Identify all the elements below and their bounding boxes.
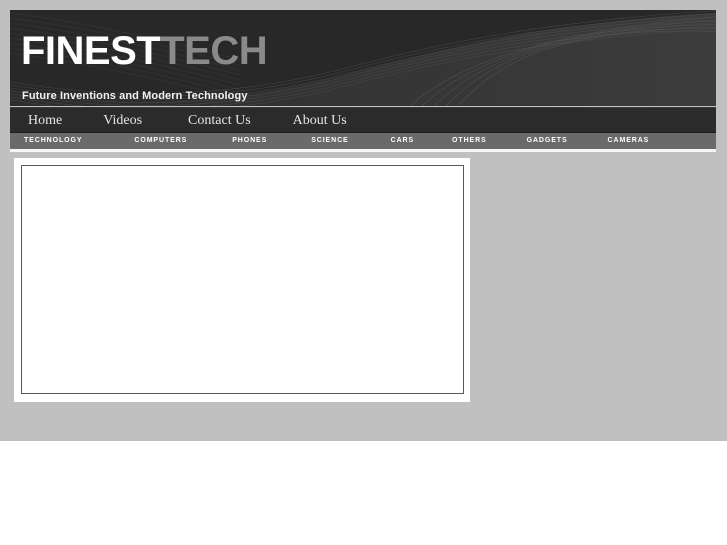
category-link-others[interactable]: OTHERS bbox=[442, 133, 497, 149]
category-item-cameras[interactable]: CAMERAS bbox=[578, 133, 660, 149]
site-masthead: FINESTTECH Future Inventions and Modern … bbox=[10, 10, 716, 106]
category-link-technology[interactable]: TECHNOLOGY bbox=[14, 133, 92, 149]
category-item-technology[interactable]: TECHNOLOGY bbox=[10, 133, 92, 149]
nav-item-home[interactable]: Home bbox=[10, 108, 75, 133]
nav-link-about-us[interactable]: About Us bbox=[280, 108, 360, 133]
primary-nav-list: Home Videos Contact Us About Us bbox=[10, 108, 716, 132]
category-link-cars[interactable]: CARS bbox=[381, 133, 424, 149]
nav-link-home[interactable]: Home bbox=[15, 108, 75, 133]
category-link-science[interactable]: SCIENCE bbox=[301, 133, 358, 149]
category-item-science[interactable]: SCIENCE bbox=[277, 133, 358, 149]
site-tagline: Future Inventions and Modern Technology bbox=[22, 90, 248, 102]
content-placeholder bbox=[22, 166, 463, 393]
category-item-phones[interactable]: PHONES bbox=[197, 133, 277, 149]
nav-item-about-us[interactable]: About Us bbox=[264, 108, 360, 133]
category-link-cameras[interactable]: CAMERAS bbox=[598, 133, 660, 149]
site-logo[interactable]: FINESTTECH bbox=[21, 29, 268, 73]
category-navigation: TECHNOLOGY COMPUTERS PHONES SCIENCE CARS… bbox=[10, 133, 716, 149]
category-item-cars[interactable]: CARS bbox=[359, 133, 424, 149]
main-content-panel bbox=[14, 158, 470, 402]
category-item-computers[interactable]: COMPUTERS bbox=[92, 133, 197, 149]
category-item-others[interactable]: OTHERS bbox=[424, 133, 497, 149]
category-link-computers[interactable]: COMPUTERS bbox=[124, 133, 197, 149]
category-nav-list: TECHNOLOGY COMPUTERS PHONES SCIENCE CARS… bbox=[10, 133, 716, 149]
page-shell: FINESTTECH Future Inventions and Modern … bbox=[0, 0, 727, 441]
category-item-gadgets[interactable]: GADGETS bbox=[497, 133, 578, 149]
content-frame bbox=[21, 165, 464, 394]
logo-text-primary: FINEST bbox=[21, 29, 161, 73]
primary-navigation: Home Videos Contact Us About Us bbox=[10, 107, 716, 133]
category-link-gadgets[interactable]: GADGETS bbox=[517, 133, 578, 149]
category-link-phones[interactable]: PHONES bbox=[222, 133, 277, 149]
nav-link-videos[interactable]: Videos bbox=[90, 108, 155, 133]
content-area bbox=[10, 152, 716, 441]
nav-link-contact-us[interactable]: Contact Us bbox=[175, 108, 264, 133]
nav-item-contact-us[interactable]: Contact Us bbox=[155, 108, 264, 133]
nav-item-videos[interactable]: Videos bbox=[75, 108, 155, 133]
logo-text-secondary: TECH bbox=[160, 29, 268, 73]
